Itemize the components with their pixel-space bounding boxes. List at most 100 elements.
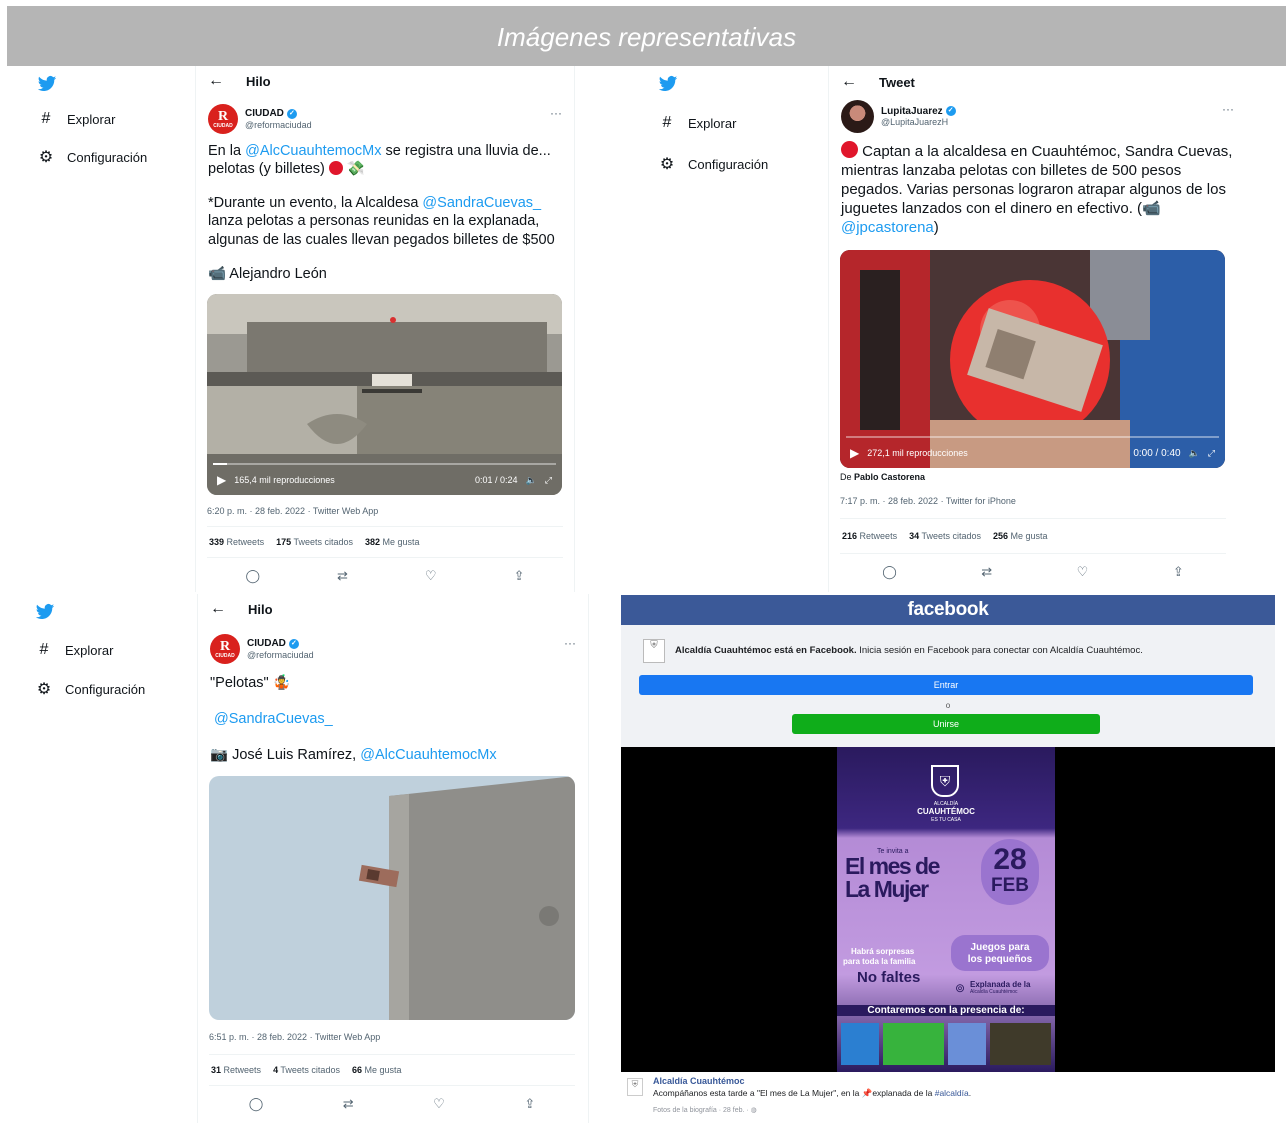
- more-options-icon[interactable]: ···: [1222, 102, 1234, 116]
- post-meta-text[interactable]: Fotos de la biografía · 28 feb. ·: [653, 1107, 751, 1114]
- retweet-icon[interactable]: ⇄: [981, 564, 992, 580]
- likes-stat[interactable]: 382 Me gusta: [365, 537, 420, 547]
- avatar[interactable]: R CIUDAD: [210, 634, 240, 664]
- volume-icon[interactable]: 🔈: [526, 475, 537, 486]
- facebook-login-box: ⛨ Alcaldía Cuauhtémoc está en Facebook. …: [621, 625, 1275, 747]
- more-options-icon[interactable]: ···: [564, 636, 576, 650]
- nav-settings[interactable]: ⚙ Configuración: [33, 679, 145, 699]
- hashtag-icon: #: [662, 114, 672, 131]
- fullscreen-icon[interactable]: ⤢: [545, 475, 552, 486]
- play-icon[interactable]: ▶: [217, 473, 226, 487]
- share-icon[interactable]: ⇪: [524, 1096, 535, 1112]
- post-text: Acompáñanos esta tarde a "El mes de La M…: [653, 1088, 971, 1099]
- retweet-icon[interactable]: ⇄: [337, 568, 348, 584]
- quotes-count: 34: [909, 531, 920, 541]
- tweet-stats: 31 Retweets 4 Tweets citados 66 Me gusta: [209, 1054, 575, 1086]
- verified-icon: ✓: [288, 638, 299, 649]
- retweets-stat[interactable]: 31 Retweets: [211, 1065, 261, 1075]
- tweet-actions: ◯ ⇄ ♡ ⇪: [209, 1086, 575, 1112]
- tweet-timestamp[interactable]: 6:20 p. m. · 28 feb. 2022 · Twitter Web …: [207, 506, 563, 516]
- post-text-part: Acompáñanos esta tarde a "El mes de La M…: [653, 1088, 862, 1098]
- nav-explore[interactable]: # Explorar: [35, 110, 116, 128]
- like-icon[interactable]: ♡: [433, 1096, 445, 1112]
- share-icon[interactable]: ⇪: [1173, 564, 1184, 580]
- credit-prefix: De: [840, 472, 855, 482]
- back-arrow-icon[interactable]: ←: [208, 72, 224, 90]
- author-handle[interactable]: @LupitaJuarezH: [881, 117, 956, 127]
- like-icon[interactable]: ♡: [425, 568, 437, 584]
- signup-button[interactable]: Unirse: [792, 714, 1100, 734]
- nav-explore[interactable]: # Explorar: [656, 114, 737, 132]
- likes-stat[interactable]: 66 Me gusta: [352, 1065, 402, 1075]
- login-button[interactable]: Entrar: [639, 675, 1253, 695]
- fullscreen-icon[interactable]: ⤢: [1208, 448, 1215, 459]
- hashtag-link[interactable]: #alcaldía: [935, 1088, 969, 1098]
- author-name[interactable]: CIUDAD: [247, 638, 286, 650]
- tweet-header: ← Tweet: [841, 66, 1234, 98]
- tweet-photo[interactable]: [209, 776, 575, 1020]
- likes-stat[interactable]: 256 Me gusta: [993, 531, 1048, 541]
- nav-settings-label: Configuración: [65, 681, 146, 697]
- likes-label: Me gusta: [382, 537, 420, 547]
- nav-settings[interactable]: ⚙ Configuración: [656, 154, 768, 174]
- likes-label: Me gusta: [364, 1065, 402, 1075]
- author-handle[interactable]: @reformaciudad: [245, 120, 312, 130]
- reply-icon[interactable]: ◯: [882, 564, 897, 580]
- facebook-post-image[interactable]: ⛨ ALCALDÍA CUAUHTÉMOC ES TU CASA Te invi…: [621, 747, 1275, 1072]
- nav-settings[interactable]: ⚙ Configuración: [35, 147, 147, 167]
- facebook-logo[interactable]: facebook: [621, 595, 1275, 625]
- retweets-stat[interactable]: 339 Retweets: [209, 537, 264, 547]
- hashtag-icon: #: [41, 110, 51, 127]
- retweets-label: Retweets: [859, 531, 898, 541]
- back-arrow-icon[interactable]: ←: [841, 73, 857, 91]
- quotes-count: 175: [276, 537, 292, 547]
- poster-org-tag: ES TU CASA: [931, 817, 961, 823]
- avatar[interactable]: R CIUDAD: [208, 104, 238, 134]
- retweets-count: 31: [211, 1065, 222, 1075]
- nav-explore[interactable]: # Explorar: [33, 641, 114, 659]
- tweet-panel-1: # Explorar ⚙ Configuración ← Hilo R CIUDA…: [7, 66, 575, 592]
- author-handle[interactable]: @reformaciudad: [247, 650, 314, 660]
- video-camera-icon: 📹: [1142, 200, 1161, 218]
- author-name[interactable]: CIUDAD: [245, 108, 284, 120]
- retweets-stat[interactable]: 216 Retweets: [842, 531, 897, 541]
- play-icon[interactable]: ▶: [850, 446, 859, 460]
- likes-count: 256: [992, 531, 1008, 541]
- mention-link[interactable]: @jpcastorena: [841, 219, 934, 236]
- twitter-logo-icon[interactable]: [37, 74, 57, 94]
- video-progress-bar[interactable]: [846, 436, 1219, 438]
- author-name[interactable]: LupitaJuarez: [881, 106, 943, 118]
- mention-link[interactable]: @SandraCuevas_: [422, 195, 541, 211]
- tweet-video[interactable]: ▶ 272,1 mil reproducciones 0:00 / 0:40 🔈 ⤢: [840, 250, 1225, 468]
- more-options-icon[interactable]: ···: [550, 106, 562, 120]
- like-icon[interactable]: ♡: [1077, 564, 1089, 580]
- credit-name[interactable]: Pablo Castorena: [854, 472, 925, 482]
- quotes-count: 4: [273, 1065, 279, 1075]
- quotes-stat[interactable]: 4 Tweets citados: [273, 1065, 340, 1075]
- poster-title-2: La Mujer: [845, 876, 929, 902]
- quotes-stat[interactable]: 34 Tweets citados: [909, 531, 981, 541]
- tweet-timestamp[interactable]: 6:51 p. m. · 28 feb. 2022 · Twitter Web …: [209, 1032, 575, 1042]
- page-avatar-icon[interactable]: ⛨: [627, 1078, 643, 1096]
- retweet-icon[interactable]: ⇄: [343, 1096, 354, 1112]
- tweet-video[interactable]: ▶ 165,4 mil reproducciones 0:01 / 0:24 🔈 ⤢: [207, 294, 562, 495]
- video-camera-icon: 📹: [208, 265, 227, 282]
- back-arrow-icon[interactable]: ←: [210, 600, 226, 618]
- video-progress-bar[interactable]: [213, 463, 556, 465]
- poster-org-name: CUAUHTÉMOC: [917, 807, 975, 816]
- twitter-logo-icon[interactable]: [658, 74, 678, 94]
- avatar[interactable]: [841, 100, 874, 133]
- page-name[interactable]: Alcaldía Cuauhtémoc: [653, 1076, 745, 1086]
- video-controls: ▶ 165,4 mil reproducciones 0:01 / 0:24 🔈 ⤢: [217, 473, 552, 487]
- volume-icon[interactable]: 🔈: [1189, 448, 1200, 459]
- reply-icon[interactable]: ◯: [249, 1096, 264, 1112]
- post-text-part: explanada de la: [872, 1088, 935, 1098]
- mention-link[interactable]: @SandraCuevas_: [214, 711, 333, 727]
- quotes-stat[interactable]: 175 Tweets citados: [276, 537, 353, 547]
- reply-icon[interactable]: ◯: [245, 568, 260, 584]
- twitter-logo-icon[interactable]: [35, 602, 55, 622]
- mention-link[interactable]: @AlcCuauhtemocMx: [360, 747, 496, 763]
- tweet-timestamp[interactable]: 7:17 p. m. · 28 feb. 2022 · Twitter for …: [840, 496, 1226, 506]
- mention-link[interactable]: @AlcCuauhtemocMx: [245, 143, 381, 159]
- share-icon[interactable]: ⇪: [514, 568, 525, 584]
